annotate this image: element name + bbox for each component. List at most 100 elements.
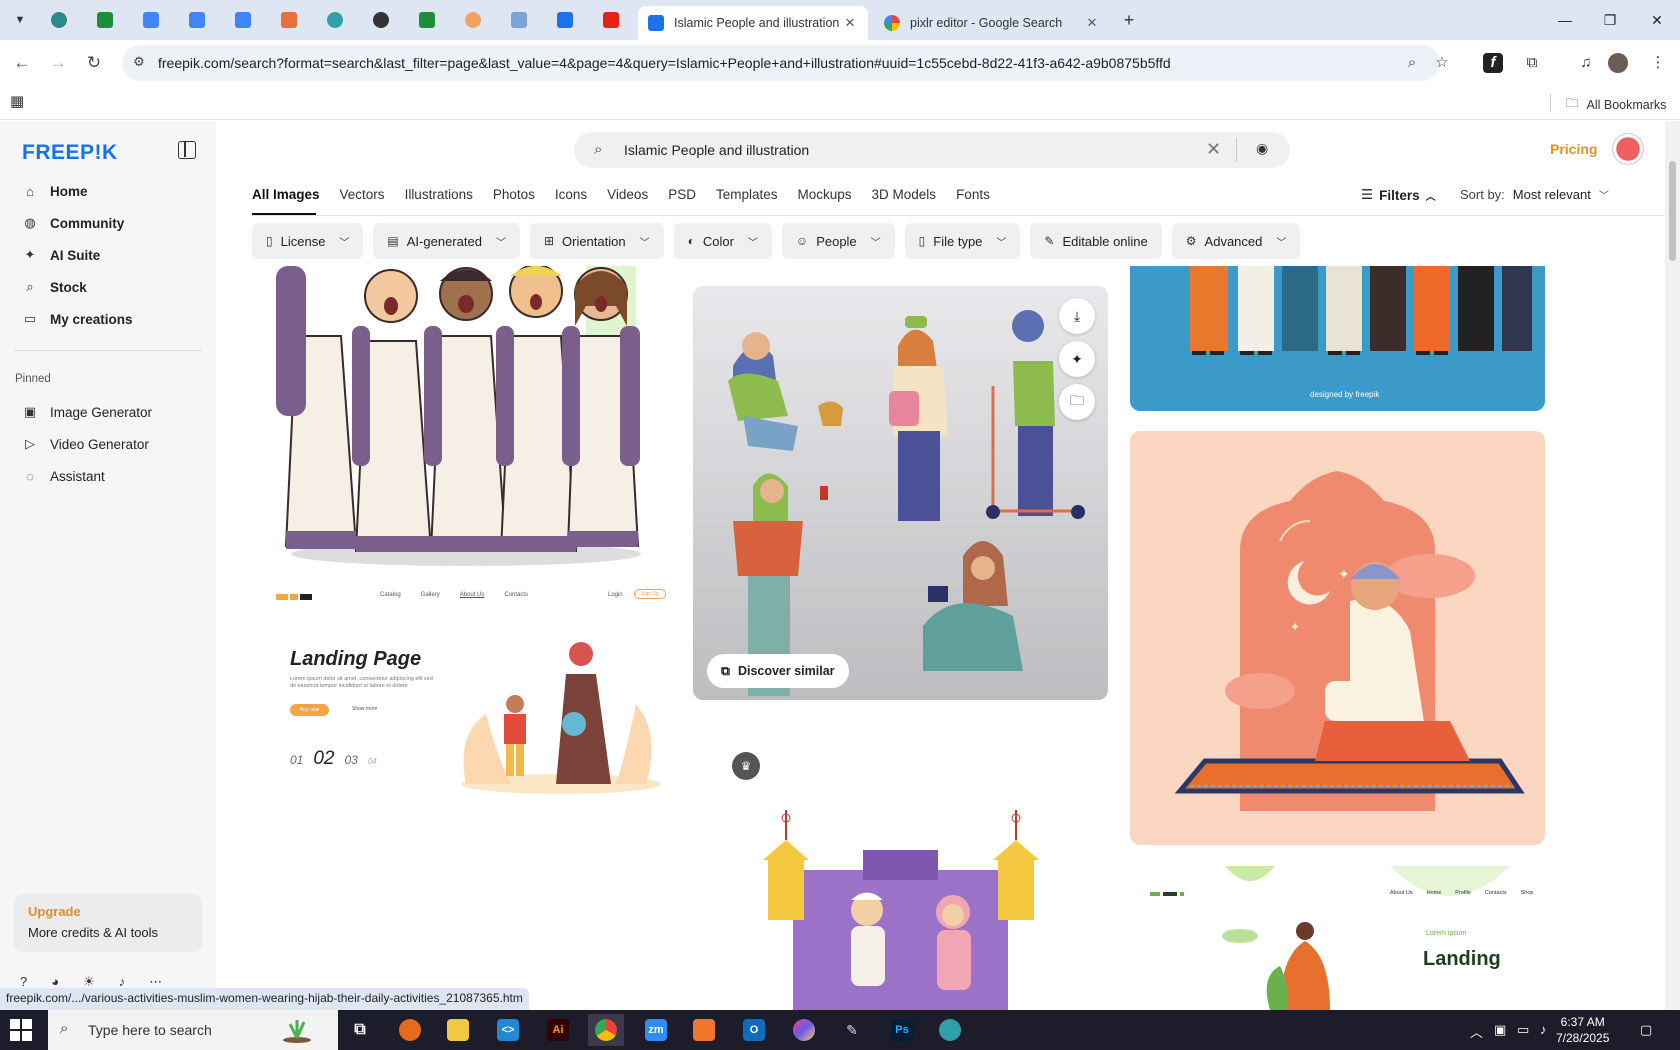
url-text[interactable]: freepik.com/search?format=search&last_fi… bbox=[158, 55, 1171, 71]
teal-app[interactable] bbox=[932, 1014, 968, 1046]
tab-icons[interactable]: Icons bbox=[555, 187, 587, 210]
result-card-hovered[interactable]: ⤓ ✦ 🗀 ⧉ Discover similar bbox=[693, 286, 1108, 700]
sort-dropdown[interactable]: Sort by: Most relevant ﹀ bbox=[1460, 187, 1609, 202]
filter-editable-online[interactable]: ✎ Editable online bbox=[1030, 223, 1162, 259]
sidebar-item-community[interactable]: ◍ Community bbox=[14, 209, 204, 237]
result-card[interactable]: designed by freepik bbox=[1130, 266, 1545, 411]
illustrator-app[interactable]: Ai bbox=[540, 1014, 576, 1046]
search-input[interactable]: Islamic People and illustration bbox=[624, 142, 809, 158]
forward-button[interactable]: → bbox=[46, 51, 70, 75]
profile-avatar[interactable] bbox=[1608, 53, 1628, 73]
minimize-button[interactable]: — bbox=[1553, 8, 1577, 32]
tab-templates[interactable]: Templates bbox=[716, 187, 778, 210]
media-control-icon[interactable]: ♫ bbox=[1574, 51, 1598, 75]
pinned-tab[interactable] bbox=[324, 9, 346, 31]
windows-start-button[interactable] bbox=[10, 1019, 32, 1041]
pricing-link[interactable]: Pricing bbox=[1550, 141, 1597, 157]
ai-edit-button[interactable]: ✦ bbox=[1059, 341, 1095, 377]
result-card[interactable]: Catalog Gallery About Us Contacts Login … bbox=[256, 584, 671, 824]
battery-icon[interactable]: ▭ bbox=[1517, 1022, 1529, 1038]
sidebar-item-ai-suite[interactable]: ✦ AI Suite bbox=[14, 241, 204, 269]
filter-people[interactable]: ☺ People ﹀ bbox=[781, 223, 895, 259]
page-scrollbar[interactable] bbox=[1665, 121, 1680, 1010]
new-tab-button[interactable]: + bbox=[1118, 9, 1140, 31]
tab-photos[interactable]: Photos bbox=[493, 187, 535, 210]
all-bookmarks-button[interactable]: 🗀 All Bookmarks bbox=[1566, 94, 1666, 115]
result-card[interactable] bbox=[256, 266, 671, 566]
reload-button[interactable]: ↻ bbox=[82, 51, 106, 75]
filter-color[interactable]: ◐ Color ﹀ bbox=[673, 223, 772, 259]
camera-icon[interactable]: ◉ bbox=[1256, 140, 1268, 157]
collapse-sidebar-icon[interactable] bbox=[178, 141, 196, 159]
zoom-icon[interactable]: ⌕ bbox=[1402, 53, 1422, 73]
result-card[interactable]: About Us Home Profile Contacts Shop Lore… bbox=[1130, 866, 1545, 1010]
tab-search-button[interactable]: ▼ bbox=[8, 8, 32, 32]
tab-3d-models[interactable]: 3D Models bbox=[872, 187, 937, 210]
pinned-tab[interactable] bbox=[48, 9, 70, 31]
zoom-app[interactable]: zm bbox=[638, 1014, 674, 1046]
notifications-icon[interactable]: ▢ bbox=[1640, 1022, 1652, 1038]
photoshop-app[interactable]: Ps bbox=[884, 1014, 920, 1046]
browser-menu-icon[interactable]: ⋮ bbox=[1646, 51, 1670, 75]
pinned-tab[interactable] bbox=[186, 9, 208, 31]
taskbar-search[interactable]: ⌕ Type here to search bbox=[48, 1010, 338, 1050]
freepik-logo[interactable]: FREEP!K bbox=[22, 141, 118, 165]
pinned-tab[interactable] bbox=[508, 9, 530, 31]
save-to-collection-button[interactable]: 🗀 bbox=[1059, 384, 1095, 420]
download-button[interactable]: ⤓ bbox=[1059, 298, 1095, 334]
tab-videos[interactable]: Videos bbox=[607, 187, 648, 210]
scrollbar-thumb[interactable] bbox=[1669, 161, 1676, 261]
pinned-tab[interactable] bbox=[462, 9, 484, 31]
apps-grid-icon[interactable]: ▦ bbox=[10, 92, 30, 112]
tab-vectors[interactable]: Vectors bbox=[340, 187, 385, 210]
filter-ai-generated[interactable]: ▤ AI-generated ﹀ bbox=[373, 223, 520, 259]
back-button[interactable]: ← bbox=[10, 51, 34, 75]
tab-fonts[interactable]: Fonts bbox=[956, 187, 990, 210]
sidebar-item-image-generator[interactable]: ▣ Image Generator bbox=[14, 398, 204, 426]
filters-toggle[interactable]: ☰ Filters ︿ bbox=[1361, 187, 1436, 203]
upgrade-card[interactable]: Upgrade More credits & AI tools bbox=[14, 894, 202, 952]
filter-advanced[interactable]: ⚙ Advanced ﹀ bbox=[1171, 223, 1301, 259]
pinned-tab[interactable] bbox=[278, 9, 300, 31]
pinned-tab[interactable] bbox=[140, 9, 162, 31]
tab-freepik[interactable]: Islamic People and illustration v ✕ bbox=[638, 6, 868, 40]
search-bar[interactable]: ⌕ Islamic People and illustration ✕ ◉ bbox=[574, 132, 1290, 168]
extensions-puzzle-icon[interactable]: ⧉ bbox=[1520, 51, 1544, 75]
address-bar[interactable]: ⚙ freepik.com/search?format=search&last_… bbox=[122, 45, 1449, 81]
tray-chevron-icon[interactable]: ︿ bbox=[1470, 1022, 1483, 1041]
creative-cloud-app[interactable] bbox=[786, 1014, 822, 1046]
pinned-tab[interactable] bbox=[232, 9, 254, 31]
chrome-app[interactable] bbox=[588, 1014, 624, 1046]
sidebar-item-home[interactable]: ⌂ Home bbox=[14, 177, 204, 205]
outlook-app[interactable]: O bbox=[736, 1014, 772, 1046]
result-card[interactable] bbox=[693, 800, 1108, 1010]
close-window-button[interactable]: ✕ bbox=[1645, 8, 1669, 32]
pen-tool-app[interactable]: ✎ bbox=[834, 1014, 870, 1046]
user-avatar[interactable] bbox=[1613, 134, 1643, 164]
vscode-app[interactable]: <> bbox=[490, 1014, 526, 1046]
pinned-tab[interactable] bbox=[94, 9, 116, 31]
pinned-tab[interactable] bbox=[370, 9, 392, 31]
firefox-app[interactable] bbox=[392, 1014, 428, 1046]
clear-search-icon[interactable]: ✕ bbox=[1206, 139, 1221, 160]
volume-icon[interactable]: ♪ bbox=[1540, 1022, 1547, 1037]
discover-similar-button[interactable]: ⧉ Discover similar bbox=[707, 654, 849, 688]
network-icon[interactable]: ▣ bbox=[1494, 1022, 1506, 1038]
pinned-tab[interactable] bbox=[554, 9, 576, 31]
task-view-button[interactable]: ⧉ bbox=[342, 1014, 378, 1046]
result-card[interactable]: ✦ ✦ bbox=[1130, 431, 1545, 845]
tab-psd[interactable]: PSD bbox=[668, 187, 696, 210]
site-info-icon[interactable]: ⚙ bbox=[130, 54, 148, 72]
tab-illustrations[interactable]: Illustrations bbox=[405, 187, 473, 210]
filter-license[interactable]: ▯ License ﹀ bbox=[252, 223, 364, 259]
close-tab-icon[interactable]: ✕ bbox=[1084, 15, 1100, 31]
sidebar-item-assistant[interactable]: ◌ Assistant bbox=[14, 462, 204, 490]
filter-orientation[interactable]: ⊞ Orientation ﹀ bbox=[529, 223, 664, 259]
xampp-app[interactable] bbox=[686, 1014, 722, 1046]
restore-button[interactable]: ❐ bbox=[1598, 8, 1622, 32]
sidebar-item-stock[interactable]: ⌕ Stock bbox=[14, 273, 204, 301]
system-clock[interactable]: 6:37 AM 7/28/2025 bbox=[1556, 1014, 1609, 1046]
pinned-tab[interactable] bbox=[600, 9, 622, 31]
sidebar-item-video-generator[interactable]: ▷ Video Generator bbox=[14, 430, 204, 458]
bookmark-star-icon[interactable]: ☆ bbox=[1432, 53, 1452, 73]
